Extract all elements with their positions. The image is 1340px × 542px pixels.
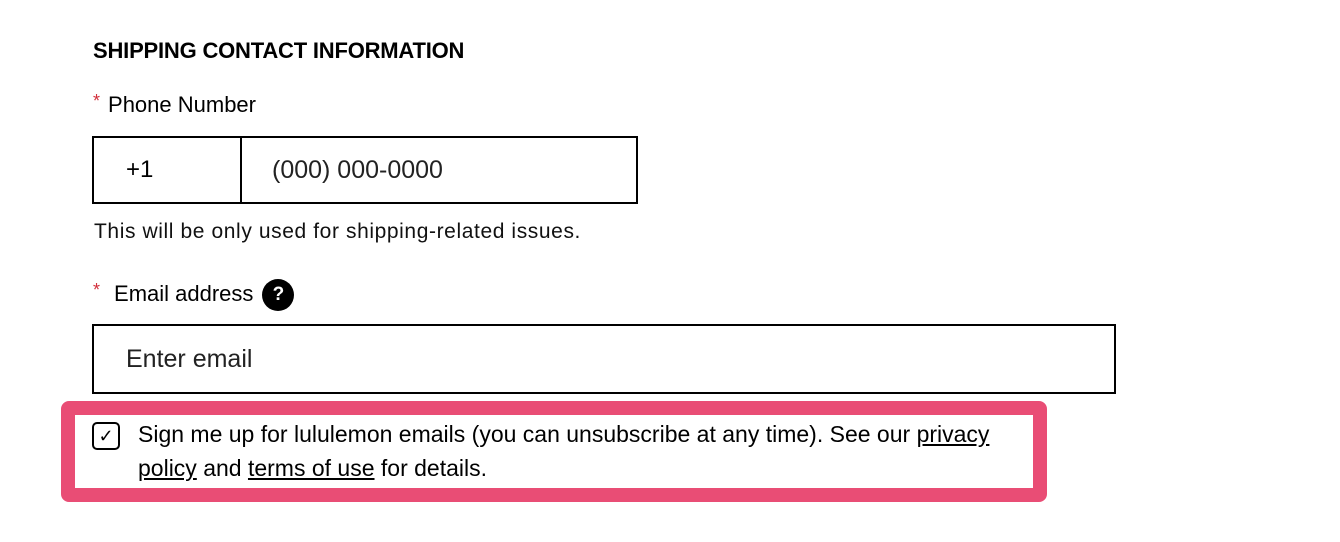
question-mark-icon[interactable]: ? — [262, 279, 295, 311]
email-label: * Email address ? — [93, 278, 295, 311]
phone-label-text: Phone Number — [108, 92, 256, 117]
optin-checkbox[interactable]: ✓ — [92, 422, 120, 450]
required-asterisk: * — [93, 279, 101, 300]
email-input[interactable] — [94, 326, 1114, 392]
section-title: SHIPPING CONTACT INFORMATION — [93, 38, 465, 63]
email-optin: ✓ Sign me up for lululemon emails (you c… — [92, 417, 992, 485]
optin-text-before: Sign me up for lululemon emails (you can… — [138, 421, 911, 447]
terms-of-use-link[interactable]: terms of use — [248, 455, 375, 481]
optin-text: Sign me up for lululemon emails (you can… — [138, 417, 992, 485]
optin-and: and — [203, 455, 242, 481]
phone-label: * Phone Number — [93, 90, 256, 118]
country-code-selector[interactable]: +1 — [94, 138, 242, 202]
phone-hint: This will be only used for shipping-rela… — [94, 220, 581, 243]
phone-input[interactable] — [242, 138, 636, 202]
checkmark-icon: ✓ — [98, 425, 114, 446]
email-label-text: Email address — [114, 281, 254, 306]
phone-field: +1 — [92, 136, 638, 204]
required-asterisk: * — [93, 90, 101, 111]
optin-text-after: for details. — [380, 455, 488, 481]
email-field — [92, 324, 1116, 394]
shipping-contact-form: SHIPPING CONTACT INFORMATION * Phone Num… — [0, 0, 1340, 542]
